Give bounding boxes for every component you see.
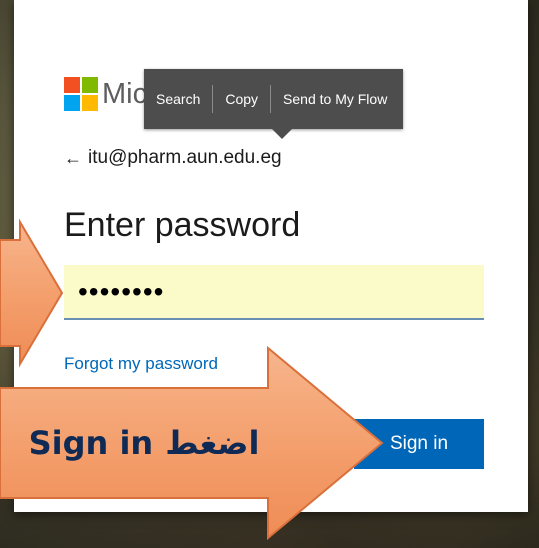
instruction-callout: Sign in اضغط <box>10 418 278 468</box>
instruction-english: Sign in <box>28 424 154 462</box>
instruction-arabic: اضغط <box>165 424 260 462</box>
pointer-arrow-password <box>0 218 64 368</box>
